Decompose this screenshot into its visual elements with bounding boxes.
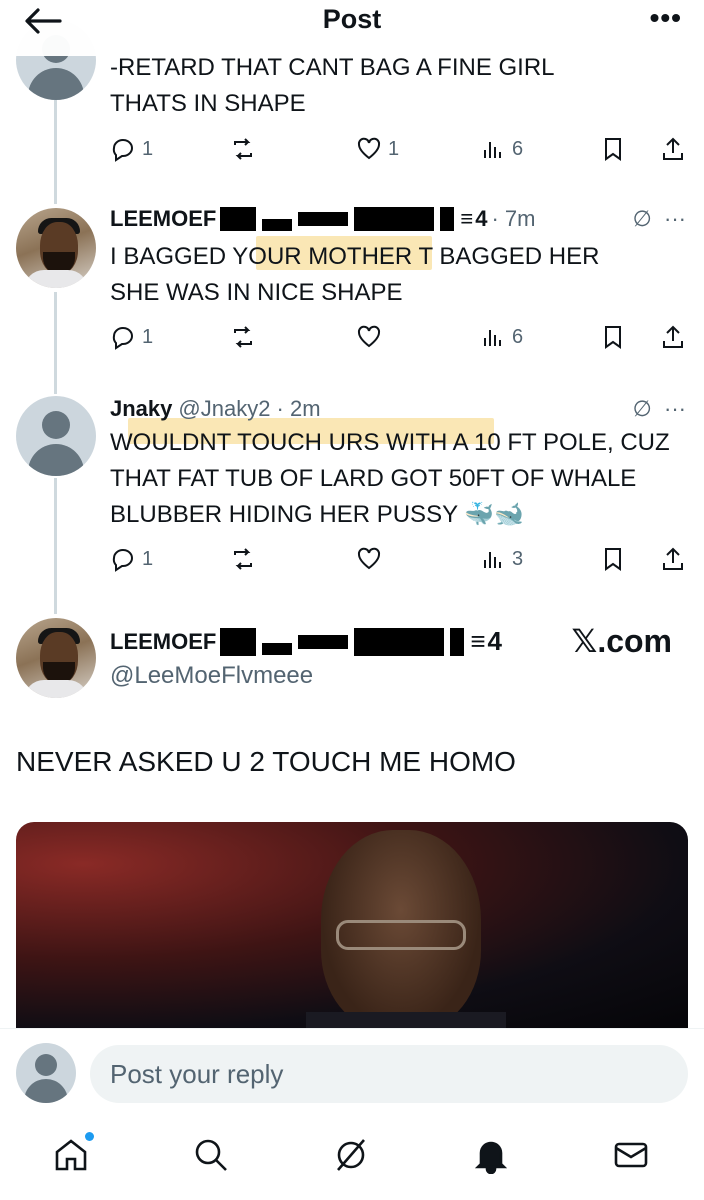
more-options-icon[interactable]: ··· <box>664 206 686 231</box>
reply-count: 1 <box>142 547 154 570</box>
avatar[interactable] <box>16 618 96 698</box>
views-button[interactable]: 6 <box>480 136 523 162</box>
tweet-text: I BAGGED YOUR MOTHER T BAGGED HER SHE WA… <box>110 243 600 306</box>
notifications-icon <box>474 1141 508 1175</box>
display-name[interactable]: LEEMOEF <box>110 629 216 655</box>
thread-connector <box>54 478 57 614</box>
avatar <box>16 1043 76 1103</box>
handle-and-time: @Jnaky2 · 2m <box>178 396 321 421</box>
repost-button[interactable] <box>230 324 256 350</box>
reply-icon <box>112 139 133 162</box>
heart-icon <box>357 547 381 570</box>
thread-connector <box>54 96 57 204</box>
like-button[interactable]: 1 <box>356 136 399 162</box>
share-button[interactable] <box>660 324 686 350</box>
tweet-actions: 1 6 <box>110 324 690 352</box>
avatar[interactable] <box>16 396 96 476</box>
tier-icon: ≡ <box>470 626 486 656</box>
like-button[interactable] <box>356 324 382 350</box>
like-button[interactable] <box>356 546 382 572</box>
reply-button[interactable]: 1 <box>110 324 153 350</box>
repost-button[interactable] <box>230 136 256 162</box>
bookmark-icon <box>605 326 621 349</box>
heart-icon <box>357 325 381 348</box>
tweet-text: WOULDNT TOUCH URS WITH A 10 FT POLE, CUZ… <box>110 429 670 528</box>
nav-search[interactable] <box>192 1136 232 1176</box>
view-count: 3 <box>512 547 524 570</box>
nav-home[interactable] <box>52 1132 94 1176</box>
tier-number: 4 <box>475 206 488 231</box>
nav-messages[interactable] <box>612 1136 652 1176</box>
share-icon <box>663 547 683 570</box>
views-button[interactable]: 3 <box>480 546 523 572</box>
bookmark-icon <box>605 548 621 571</box>
nav-notifications[interactable] <box>472 1136 512 1176</box>
tweet-header: Jnaky @Jnaky2 · 2m <box>110 396 321 422</box>
bookmark-button[interactable] <box>600 546 626 572</box>
main-post-text: NEVER ASKED U 2 TOUCH ME HOMO <box>16 746 516 777</box>
redacted-name <box>220 627 470 656</box>
bottom-nav <box>0 1118 704 1200</box>
tweet-meta-icons: ∅ ··· <box>633 206 686 232</box>
thread-connector <box>54 292 57 394</box>
tier-icon: ≡ <box>460 206 474 231</box>
reply-button[interactable]: 1 <box>110 546 153 572</box>
reply-bar <box>0 1028 704 1118</box>
repost-icon <box>234 138 252 160</box>
home-notification-dot <box>85 1132 94 1141</box>
page-title: Post <box>322 4 382 34</box>
handle[interactable]: @LeeMoeFlvmeee <box>110 662 313 690</box>
tweet-actions: 1 3 <box>110 546 690 574</box>
reply-icon <box>112 327 133 350</box>
like-count: 1 <box>388 137 400 160</box>
tweet-actions: 1 1 6 <box>110 136 690 164</box>
share-icon <box>663 137 683 160</box>
view-count: 6 <box>512 325 524 348</box>
avatar[interactable] <box>16 208 96 288</box>
repost-icon <box>234 326 252 348</box>
bookmark-icon <box>605 138 621 161</box>
repost-button[interactable] <box>230 546 256 572</box>
view-count: 6 <box>512 137 524 160</box>
share-button[interactable] <box>660 546 686 572</box>
views-button[interactable]: 6 <box>480 324 523 350</box>
reply-count: 1 <box>142 137 154 160</box>
repost-icon <box>234 548 252 570</box>
reply-button[interactable]: 1 <box>110 136 153 162</box>
heart-icon <box>357 137 381 160</box>
more-options-icon[interactable]: ••• <box>650 2 682 34</box>
tweet-meta-icons: ∅ ··· <box>633 396 686 422</box>
display-name[interactable]: Jnaky <box>110 396 172 422</box>
search-icon <box>195 1139 227 1171</box>
display-name[interactable]: LEEMOEF <box>110 206 216 232</box>
x-watermark: 𝕏.com <box>571 623 672 659</box>
share-button[interactable] <box>660 136 686 162</box>
reply-input[interactable] <box>90 1045 688 1103</box>
timestamp: · 7m <box>491 206 536 231</box>
main-post-header: LEEMOEF ≡ 4 <box>110 626 502 657</box>
tweet-header: LEEMOEF ≡ 4 · 7m <box>110 206 535 232</box>
reply-count: 1 <box>142 325 154 348</box>
post-media-image[interactable] <box>16 822 688 1032</box>
tier-number: 4 <box>487 626 502 656</box>
views-icon <box>484 330 501 346</box>
grok-icon[interactable]: ∅ <box>633 396 652 421</box>
views-icon <box>484 552 501 568</box>
messages-icon <box>614 1142 648 1168</box>
top-header: Post ••• <box>0 0 704 56</box>
grok-icon[interactable]: ∅ <box>633 206 652 231</box>
home-icon <box>55 1139 87 1171</box>
more-options-icon[interactable]: ··· <box>664 396 686 421</box>
reply-icon <box>112 549 133 572</box>
grok-icon <box>337 1139 365 1171</box>
nav-grok[interactable] <box>332 1136 372 1176</box>
bookmark-button[interactable] <box>600 324 626 350</box>
bookmark-button[interactable] <box>600 136 626 162</box>
redacted-name <box>220 207 460 231</box>
share-icon <box>663 325 683 348</box>
views-icon <box>484 142 501 158</box>
tweet-text: -RETARD THAT CANT BAG A FINE GIRL THATS … <box>110 54 554 117</box>
